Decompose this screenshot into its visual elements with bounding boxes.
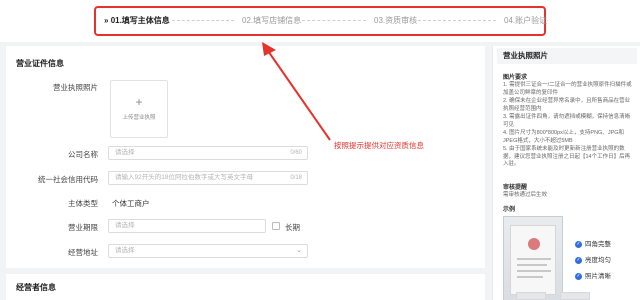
business-period-placeholder: 请选择 xyxy=(115,222,135,229)
section-title-license: 营业证件信息 xyxy=(16,59,64,68)
license-upload-button[interactable]: + 上传营业执照 xyxy=(110,80,168,138)
business-address-label: 经营地址 xyxy=(68,248,98,257)
check-item-brightness: ✓ 亮度均匀 xyxy=(575,254,611,264)
sample-line xyxy=(517,276,543,278)
check-item-clarity: ✓ 照片清晰 xyxy=(575,270,611,280)
business-address-select[interactable]: 请选择 ⌄ xyxy=(108,244,308,258)
credit-code-input[interactable]: 请输入92开头的18位阿拉伯数字或大写英文字母 0/18 xyxy=(108,171,308,185)
sample-thumbnail xyxy=(560,292,590,300)
credit-code-placeholder: 请输入92开头的18位阿拉伯数字或大写英文字母 xyxy=(115,174,253,181)
step-progress-bar: » 01.填写主体信息 02.填写店铺信息 03.资质审核 04.账户验证 xyxy=(0,0,640,42)
check-label: 照片清晰 xyxy=(585,273,611,280)
step-3: 03.资质审核 xyxy=(374,16,418,25)
check-label: 四角完整 xyxy=(585,241,611,248)
credit-code-counter: 0/18 xyxy=(290,175,302,181)
company-name-label: 公司名称 xyxy=(68,150,98,159)
sample-line xyxy=(517,258,551,260)
step-2: 02.填写店铺信息 xyxy=(242,16,302,25)
step-1-prefix: » xyxy=(104,16,109,25)
check-icon: ✓ xyxy=(575,272,582,280)
credit-code-label: 统一社会信用代码 xyxy=(38,175,98,184)
annotation-text: 按照提示提供对应资质信息 xyxy=(334,141,424,150)
step-connector xyxy=(302,20,366,21)
company-name-input[interactable]: 请选择 0/60 xyxy=(108,146,308,160)
requirement-item: 1. 需提供三证合一/二证合一的营业执照原件扫描件或加盖公司鲜章的复印件 xyxy=(503,82,632,96)
sample-license-image xyxy=(503,216,563,300)
sample-title: 示例 xyxy=(503,207,516,213)
step-connector xyxy=(418,20,496,21)
review-text: 需审核通过后生效 xyxy=(503,192,548,198)
step-4: 04.账户验证 xyxy=(504,16,548,25)
step-1: » 01.填写主体信息 xyxy=(104,15,170,26)
check-label: 亮度均匀 xyxy=(585,257,611,264)
section-divider xyxy=(6,268,485,274)
requirement-item: 3. 需露出证件四角，请勿遮挡或模糊，保持信息清晰可见 xyxy=(503,114,631,128)
help-side-panel: 营业执照照片 图片要求 1. 需提供三证合一/二证合一的营业执照原件扫描件或加盖… xyxy=(492,46,640,300)
business-period-select[interactable]: 请选择 xyxy=(108,219,266,233)
sample-thumbnail xyxy=(516,292,546,300)
upload-text: 上传营业执照 xyxy=(122,115,156,121)
sample-license-document xyxy=(510,225,556,295)
company-name-counter: 0/60 xyxy=(290,150,302,156)
entity-type-label: 主体类型 xyxy=(68,199,98,208)
seal-icon xyxy=(528,238,540,250)
business-license-form: 营业证件信息 营业执照照片 + 上传营业执照 公司名称 请选择 0/60 统一社… xyxy=(6,46,485,300)
business-period-label: 营业期限 xyxy=(68,223,98,232)
entity-type-value: 个体工商户 xyxy=(112,199,150,208)
review-title: 审核提醒 xyxy=(503,185,528,191)
section-title-operator: 经营者信息 xyxy=(16,283,56,292)
check-icon: ✓ xyxy=(575,256,582,264)
chevron-down-icon: ⌄ xyxy=(296,247,302,254)
sample-line xyxy=(517,270,551,272)
requirement-item: 4. 图片尺寸为800*800px以上，支持PNG、JPG和JPEG格式，大小不… xyxy=(503,130,625,144)
step-connector xyxy=(172,20,234,21)
business-address-placeholder: 请选择 xyxy=(115,247,135,254)
requirement-item: 2. 确保未在企业经营异常名录中，且所售商品在营业执照经营范围内 xyxy=(503,98,631,112)
requirements-title: 图片要求 xyxy=(503,75,528,81)
side-panel-title: 营业执照照片 xyxy=(497,48,637,64)
long-term-checkbox[interactable] xyxy=(272,222,280,230)
plus-icon: + xyxy=(135,95,143,109)
requirement-item: 5. 由于国家系统未能及时更新新注册营业执照的数据，建议您营业执照注册之日起【1… xyxy=(503,146,631,167)
company-name-placeholder: 请选择 xyxy=(115,149,135,156)
check-item-corners: ✓ 四角完整 xyxy=(575,238,611,248)
check-icon: ✓ xyxy=(575,240,582,248)
sample-line xyxy=(517,264,547,266)
license-photo-label: 营业执照照片 xyxy=(53,83,98,92)
long-term-label: 长期 xyxy=(285,223,300,232)
step-1-label: 01.填写主体信息 xyxy=(110,16,170,25)
